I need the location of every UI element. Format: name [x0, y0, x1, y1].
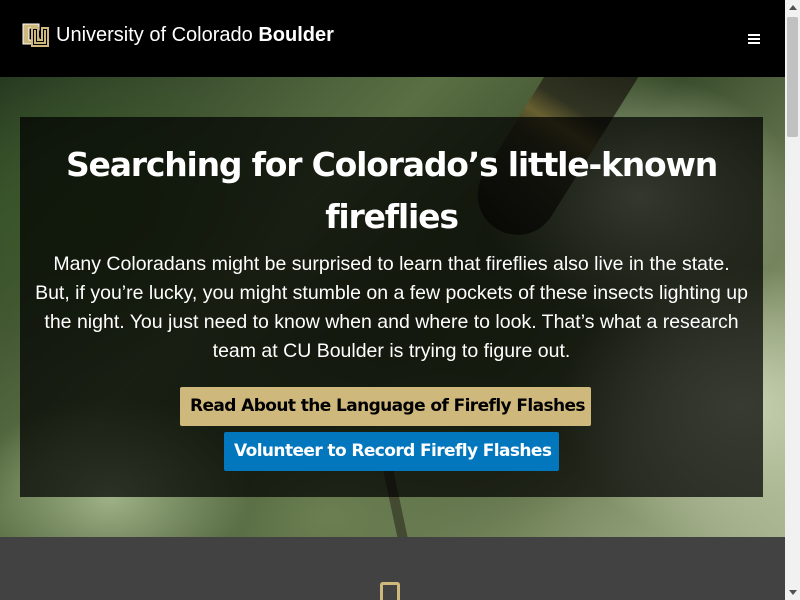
- page: University of Colorado Boulder Searching…: [0, 0, 800, 600]
- hero-section: Searching for Colorado’s little-known fi…: [0, 77, 785, 537]
- university-name-bold: Boulder: [258, 24, 334, 46]
- vertical-scrollbar[interactable]: [785, 0, 800, 600]
- site-header: University of Colorado Boulder: [0, 0, 785, 77]
- lower-section: [0, 537, 785, 600]
- university-name: University of Colorado Boulder: [56, 20, 334, 50]
- menu-bar-middle: [748, 38, 760, 40]
- cu-logo-icon: [22, 23, 49, 47]
- menu-bar-top: [748, 34, 760, 36]
- scroll-down-arrow-icon[interactable]: [785, 585, 800, 600]
- scrollbar-thumb[interactable]: [787, 17, 798, 137]
- hamburger-menu-icon[interactable]: [740, 26, 768, 52]
- read-language-button[interactable]: Read About the Language of Firefly Flash…: [180, 387, 591, 426]
- volunteer-button[interactable]: Volunteer to Record Firefly Flashes: [224, 432, 559, 471]
- hero-description: Many Coloradans might be surprised to le…: [35, 253, 748, 362]
- university-name-regular: University of Colorado: [56, 24, 259, 46]
- scroll-up-arrow-icon[interactable]: [785, 0, 800, 15]
- university-logo[interactable]: University of Colorado Boulder: [20, 20, 334, 50]
- hero-title: Searching for Colorado’s little-known fi…: [65, 145, 718, 236]
- mobile-phone-icon: [380, 582, 400, 600]
- hero-card: Searching for Colorado’s little-known fi…: [20, 117, 763, 497]
- menu-bar-bottom: [748, 42, 760, 44]
